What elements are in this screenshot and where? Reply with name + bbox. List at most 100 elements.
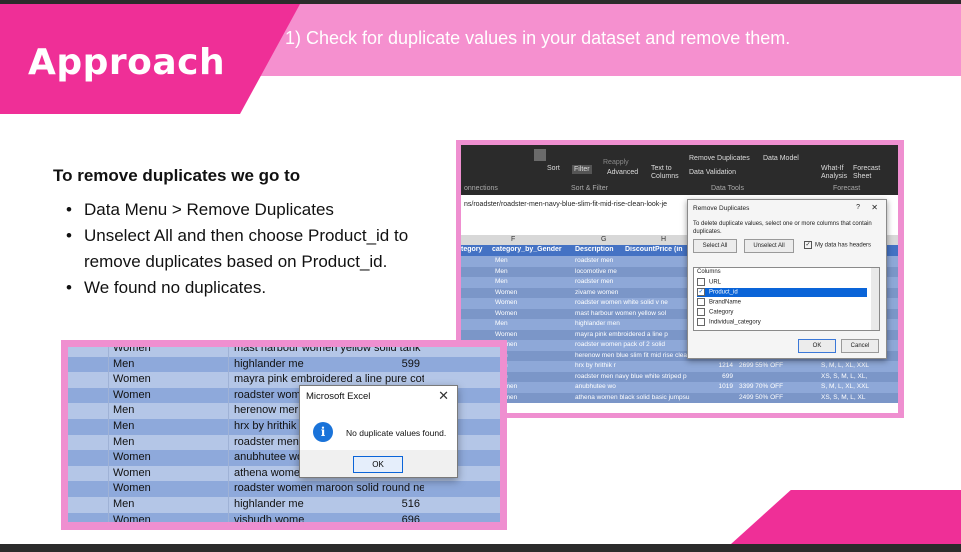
table-cell[interactable]: Women xyxy=(495,299,575,306)
table-cell[interactable]: Men xyxy=(113,436,134,448)
column-checkbox-category[interactable]: Category xyxy=(697,308,867,317)
advanced-button[interactable]: Advanced xyxy=(607,169,638,176)
columns-list[interactable]: Columns URL ✓ Product_id BrandName Catego… xyxy=(693,267,880,331)
select-all-button[interactable]: Select All xyxy=(693,239,737,253)
table-cell[interactable]: Women xyxy=(495,383,575,390)
ok-button[interactable]: OK xyxy=(798,339,836,353)
data-validation-button[interactable]: Data Validation xyxy=(689,169,736,176)
table-cell[interactable]: XS, S, M, L, XL xyxy=(821,394,897,401)
table-cell[interactable]: S, M, L, XL, XXL xyxy=(821,383,897,390)
table-cell[interactable]: 2699 55% OFF xyxy=(739,362,785,369)
table-cell[interactable]: roadster women white solid v ne xyxy=(575,299,695,306)
table-cell[interactable]: Women xyxy=(113,482,151,494)
table-cell[interactable]: 696 xyxy=(390,514,420,522)
column-letter[interactable]: H xyxy=(661,236,666,243)
reapply-button[interactable]: Reapply xyxy=(603,159,629,166)
column-header[interactable]: DiscountPrice (in xyxy=(625,246,685,253)
column-checkbox-product-id[interactable]: ✓ Product_id xyxy=(697,288,867,297)
table-cell[interactable]: mayra pink embroidered a line p xyxy=(575,331,695,338)
table-cell[interactable]: athena women black solid basic jumpsu xyxy=(575,394,695,401)
table-cell[interactable]: zivame women xyxy=(575,289,695,296)
table-cell[interactable]: Women xyxy=(495,310,575,317)
table-cell[interactable]: Women xyxy=(113,389,151,401)
remove-duplicates-button[interactable]: Remove Duplicates xyxy=(689,155,750,162)
table-cell[interactable]: Women xyxy=(113,451,151,463)
table-cell[interactable]: hrx by hrithik r xyxy=(575,362,695,369)
column-checkbox-url[interactable]: URL xyxy=(697,278,867,287)
table-cell[interactable]: roadster men xyxy=(575,278,695,285)
table-cell[interactable]: mast harbour women yellow solid tank xyxy=(234,347,424,354)
unselect-all-button[interactable]: Unselect All xyxy=(744,239,794,253)
table-cell[interactable]: herenow men blue slim fit mid rise clea xyxy=(575,352,695,359)
text-to-columns-button[interactable]: Text to Columns xyxy=(651,165,681,181)
checkbox[interactable]: ✓ xyxy=(697,288,705,296)
data-model-button[interactable]: Data Model xyxy=(763,155,799,162)
checkbox[interactable] xyxy=(697,278,705,286)
checkbox[interactable] xyxy=(697,318,705,326)
excel-ribbon: Sort Filter Reapply Advanced Text to Col… xyxy=(461,145,898,195)
table-cell[interactable]: 599 xyxy=(390,358,420,370)
table-cell[interactable]: Men xyxy=(113,420,134,432)
ok-button[interactable]: OK xyxy=(353,456,403,473)
scrollbar[interactable] xyxy=(871,268,879,330)
checkbox[interactable] xyxy=(697,298,705,306)
table-cell[interactable]: Men xyxy=(495,278,575,285)
close-icon[interactable]: ✕ xyxy=(871,203,878,212)
table-cell[interactable]: Women xyxy=(113,373,151,385)
column-letter[interactable]: G xyxy=(601,236,606,243)
table-cell[interactable]: roadster women maroon solid round ne xyxy=(234,482,424,494)
table-cell[interactable]: highlander men xyxy=(575,320,695,327)
table-cell[interactable]: Women xyxy=(113,347,151,354)
column-letter[interactable]: F xyxy=(511,236,515,243)
table-cell[interactable]: Women xyxy=(495,331,575,338)
table-cell[interactable]: Men xyxy=(495,362,575,369)
table-cell[interactable]: Men xyxy=(113,404,134,416)
table-cell[interactable]: Men xyxy=(495,352,575,359)
table-row: Womenanubhutee wo 1019 3399 70% OFF S, M, L… xyxy=(461,382,898,393)
table-cell[interactable]: 1214 xyxy=(699,362,733,369)
slide-subtitle: 1) Check for duplicate values in your da… xyxy=(285,28,791,48)
column-header[interactable]: category_by_Gender xyxy=(492,246,572,253)
unselect-all-label: Unselect All xyxy=(753,243,785,249)
column-header[interactable]: Description xyxy=(575,246,623,253)
table-cell[interactable]: 3399 70% OFF xyxy=(739,383,785,390)
checkbox[interactable] xyxy=(697,308,705,316)
table-cell[interactable]: Women xyxy=(495,394,575,401)
table-cell[interactable]: Men xyxy=(495,373,575,380)
table-cell[interactable]: Women xyxy=(113,467,151,479)
table-cell[interactable]: Men xyxy=(113,358,134,370)
help-button[interactable]: ? xyxy=(856,204,860,211)
sort-button[interactable]: Sort xyxy=(547,165,560,172)
table-cell[interactable]: roadster men xyxy=(575,257,695,264)
table-cell[interactable]: Men xyxy=(495,268,575,275)
table-cell[interactable]: Men xyxy=(495,320,575,327)
column-header[interactable]: tegory xyxy=(461,246,489,253)
close-icon[interactable]: ✕ xyxy=(438,388,449,404)
table-cell[interactable]: mast harbour women yellow sol xyxy=(575,310,695,317)
table-cell[interactable]: mayra pink embroidered a line pure cot xyxy=(234,373,424,385)
table-cell[interactable]: roadster women pack of 2 solid xyxy=(575,341,695,348)
table-cell[interactable]: 516 xyxy=(390,498,420,510)
table-cell[interactable]: 699 xyxy=(699,373,733,380)
table-cell[interactable]: Women xyxy=(495,289,575,296)
table-cell[interactable]: Men xyxy=(495,257,575,264)
filter-button[interactable]: Filter xyxy=(572,165,592,174)
forecast-sheet-button[interactable]: Forecast Sheet xyxy=(853,165,881,181)
table-cell[interactable]: Women xyxy=(113,514,151,522)
my-data-has-headers-checkbox[interactable]: ✓ My data has headers xyxy=(804,241,871,249)
table-cell[interactable]: 2499 50% OFF xyxy=(739,394,785,401)
table-cell[interactable]: S, M, L, XL, XXL xyxy=(821,362,897,369)
table-cell[interactable]: Men xyxy=(113,498,134,510)
table-cell[interactable]: anubhutee wo xyxy=(575,383,695,390)
table-cell[interactable]: roadster men navy blue white striped p xyxy=(575,373,695,380)
table-cell[interactable]: locomotive me xyxy=(575,268,695,275)
column-checkbox-brandname[interactable]: BrandName xyxy=(697,298,867,307)
table-cell[interactable]: Women xyxy=(495,341,575,348)
cancel-button[interactable]: Cancel xyxy=(841,339,879,353)
table-cell[interactable]: 1019 xyxy=(699,383,733,390)
table-cell[interactable]: XS, S, M, L, XL, xyxy=(821,373,897,380)
sort-icon[interactable] xyxy=(534,149,546,161)
column-checkbox-individual-category[interactable]: Individual_category xyxy=(697,318,867,327)
table-row: Menhrx by hrithik r 1214 2699 55% OFF S, M,… xyxy=(461,361,898,372)
what-if-analysis-button[interactable]: What-If Analysis xyxy=(821,165,849,181)
